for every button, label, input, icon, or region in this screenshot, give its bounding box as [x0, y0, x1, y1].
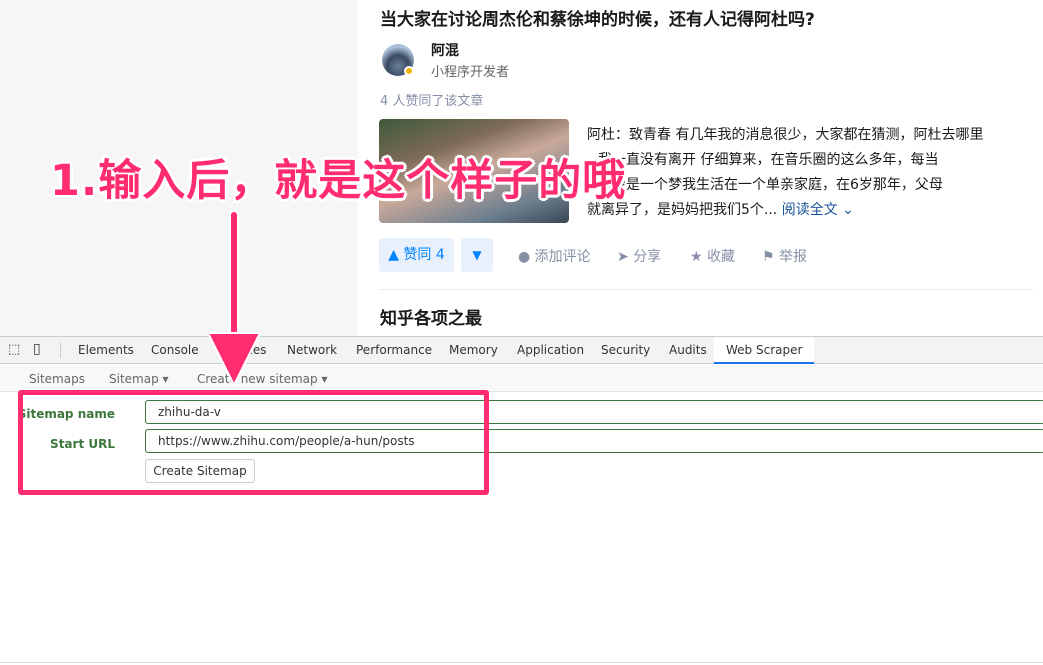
author-name[interactable]: 阿混	[431, 40, 459, 60]
tab-audits[interactable]: Audits	[669, 343, 707, 357]
votes-text: 4 人赞同了该文章	[380, 94, 484, 109]
share-button[interactable]: ➤ 分享	[617, 246, 661, 266]
inspect-element-icon[interactable]: ⬚	[8, 342, 20, 357]
scraper-subnav: Sitemaps Sitemap ▾ Create new sitemap ▾	[0, 365, 1043, 392]
share-icon: ➤	[617, 249, 629, 265]
tab-application[interactable]: Application	[517, 343, 584, 357]
tab-performance[interactable]: Performance	[356, 343, 432, 357]
star-icon: ★	[690, 249, 703, 265]
nav-sitemaps[interactable]: Sitemaps	[29, 372, 85, 386]
verified-badge-icon	[404, 66, 414, 76]
tab-console[interactable]: Console	[151, 343, 199, 357]
author-headline: 小程序开发者	[431, 65, 510, 80]
annotation-text: 1.输入后，就是这个样子的哦	[50, 156, 627, 206]
next-article-title[interactable]: 知乎各项之最	[380, 304, 482, 329]
tab-web-scraper[interactable]: Web Scraper	[714, 337, 815, 364]
excerpt-line: 然像是一个梦我生活在一个单亲家庭，在6岁那年，父母	[598, 177, 943, 193]
report-button[interactable]: ⚑ 举报	[762, 246, 807, 266]
upvote-button[interactable]: ▲ 赞同 4	[379, 238, 454, 272]
device-toolbar-icon[interactable]: ▯	[33, 341, 41, 357]
annotation-highlight-box	[18, 390, 489, 495]
excerpt-line: 我一直没有离开 仔细算来，在音乐圈的这么多年，每当	[598, 152, 939, 168]
excerpt-line-last: 就离异了，是妈妈把我们5个... 阅读全文 ⌄	[587, 199, 854, 219]
tab-memory[interactable]: Memory	[449, 343, 498, 357]
favorite-button[interactable]: ★ 收藏	[690, 246, 735, 266]
divider	[379, 289, 1033, 290]
nav-sitemap-dropdown[interactable]: Sitemap ▾	[109, 372, 169, 386]
share-label: 分享	[633, 249, 662, 265]
comment-label: 添加评论	[534, 249, 591, 265]
article-title[interactable]: 当大家在讨论周杰伦和蔡徐坤的时候，还有人记得阿杜吗?	[380, 5, 815, 30]
devtools-tab-bar: ⬚ ▯ Elements Console Sources Network Per…	[0, 337, 1043, 364]
tab-security[interactable]: Security	[601, 343, 650, 357]
report-label: 举报	[779, 249, 808, 265]
annotation-arrow-icon	[206, 209, 262, 388]
downvote-button[interactable]: ▼	[461, 238, 493, 272]
read-more-link[interactable]: 阅读全文 ⌄	[782, 202, 854, 218]
excerpt-line: 阿杜：致青春 有几年我的消息很少，大家都在猜测，阿杜去哪里	[587, 127, 984, 143]
separator	[60, 343, 61, 358]
tab-network[interactable]: Network	[287, 343, 337, 357]
comment-button[interactable]: ● 添加评论	[518, 246, 591, 266]
divider	[0, 662, 1043, 663]
devtools-panel: ⬚ ▯ Elements Console Sources Network Per…	[0, 336, 1043, 665]
comment-icon: ●	[518, 249, 531, 265]
favorite-label: 收藏	[707, 249, 736, 265]
tab-elements[interactable]: Elements	[78, 343, 134, 357]
flag-icon: ⚑	[762, 249, 775, 265]
